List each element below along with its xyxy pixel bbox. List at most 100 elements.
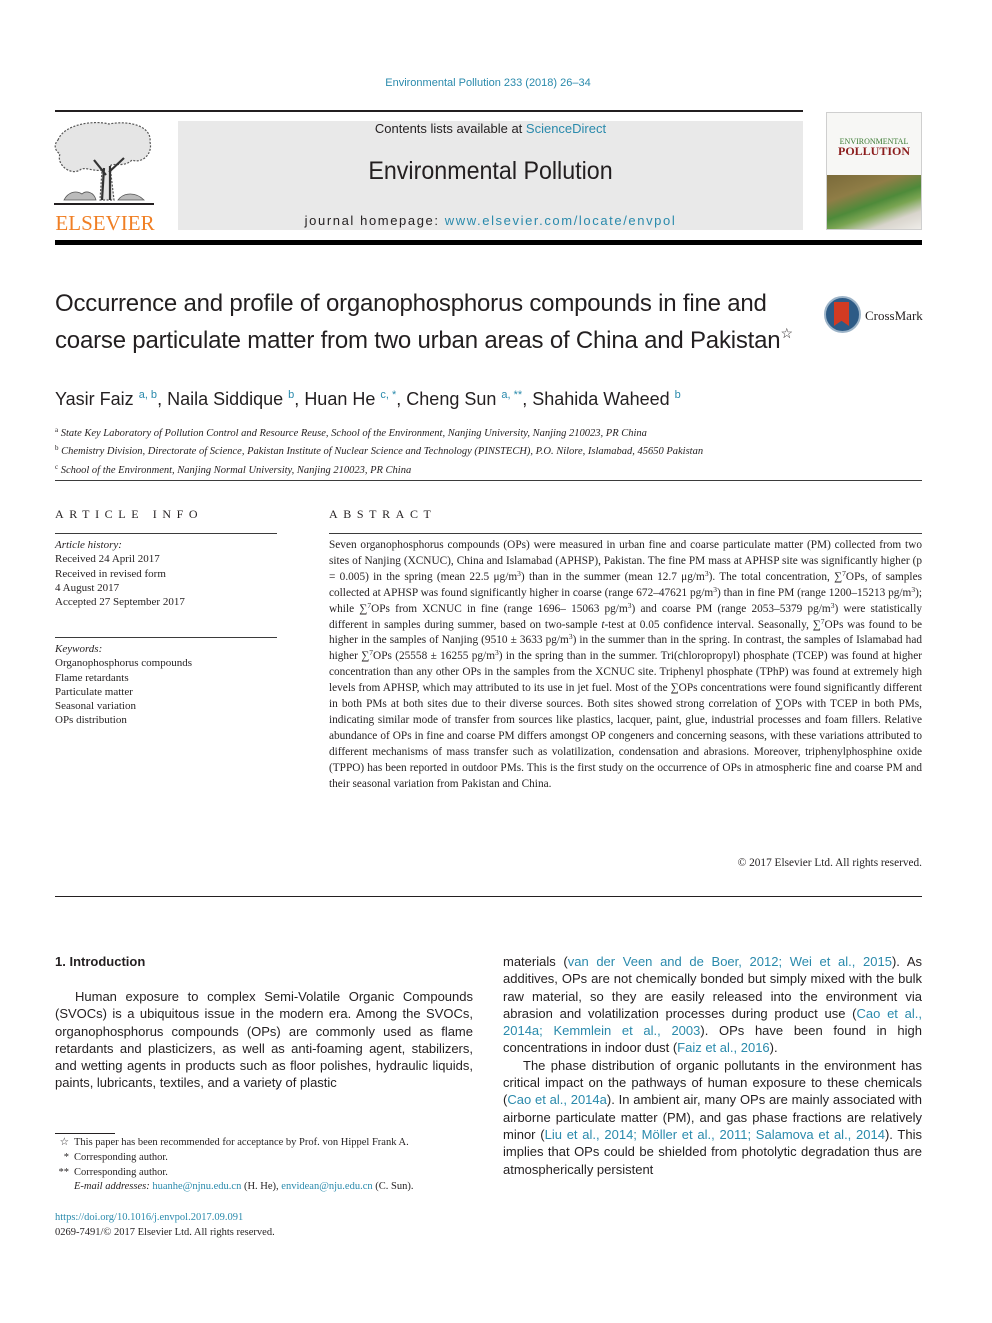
author-name[interactable]: Yasir Faiz (55, 389, 134, 409)
footnote-rule (55, 1133, 115, 1134)
journal-cover-image[interactable]: ENVIRONMENTAL POLLUTION (826, 112, 922, 230)
author-affiliation-marks[interactable]: a, b (139, 389, 157, 401)
text-run: OPs (25558 ± 16255 pg/m (373, 650, 495, 663)
title-footnote-mark[interactable]: ☆ (780, 325, 793, 341)
journal-masthead: Contents lists available at ScienceDirec… (178, 121, 803, 230)
text-run: OPs from XCNUC in fine (range 1696– 1506… (371, 602, 628, 615)
elsevier-wordmark: ELSEVIER (55, 211, 155, 235)
cover-photo (827, 175, 921, 229)
journal-homepage-link[interactable]: www.elsevier.com/locate/envpol (445, 213, 677, 228)
abstract-rule (329, 533, 922, 534)
introduction-paragraph: Human exposure to complex Semi-Volatile … (55, 989, 473, 1091)
email-label: E-mail addresses: (74, 1181, 150, 1193)
keyword-item: Flame retardants (55, 671, 129, 684)
contents-prefix: Contents lists available at (374, 121, 526, 136)
author-separator: , (294, 389, 305, 409)
history-item: Accepted 27 September 2017 (55, 596, 185, 609)
email-owner: (C. Sun). (372, 1181, 414, 1193)
footnote-emails: E-mail addresses: huanhe@njnu.edu.cn (H.… (55, 1180, 485, 1195)
footnote-mark: * (63, 1151, 69, 1163)
footnote-text: Corresponding author. (74, 1166, 168, 1178)
footnote-mark: ** (58, 1166, 70, 1178)
email-link[interactable]: envidean@nju.edu.cn (281, 1181, 372, 1192)
email-owner: (H. He), (241, 1181, 282, 1193)
text-run: ). (769, 1040, 778, 1056)
footnote-item: ☆ This paper has been recommended for acc… (55, 1136, 485, 1151)
introduction-heading: 1. Introduction (55, 954, 146, 969)
journal-citation-link[interactable]: Environmental Pollution 233 (2018) 26–34 (0, 77, 976, 89)
journal-title: Environmental Pollution (368, 157, 613, 185)
abstract-heading: ABSTRACT (329, 507, 437, 521)
citation-link[interactable]: Liu et al., 2014; Möller et al., 2011; S… (545, 1127, 885, 1142)
footnotes: ☆ This paper has been recommended for acc… (55, 1136, 485, 1195)
article-title-text: Occurrence and profile of organophosphor… (55, 290, 781, 354)
keyword-item: Particulate matter (55, 685, 133, 698)
homepage-prefix: journal homepage: (304, 213, 445, 228)
citation-link[interactable]: Faiz et al., 2016 (677, 1040, 770, 1055)
article-history: Article history: Received 24 April 2017 … (55, 538, 185, 609)
cover-title-line2: POLLUTION (837, 144, 910, 158)
author-name[interactable]: Cheng Sun (406, 389, 496, 409)
sciencedirect-link[interactable]: ScienceDirect (526, 121, 606, 136)
footnote-text: This paper has been recommended for acce… (74, 1137, 409, 1148)
author-name[interactable]: Huan He (304, 389, 375, 409)
abstract-copyright: © 2017 Elsevier Ltd. All rights reserved… (737, 857, 922, 869)
abstract-body: Seven organophosphorus compounds (OPs) w… (329, 538, 922, 793)
footnote-item: ** Corresponding author. (55, 1166, 485, 1181)
affiliation-item: b Chemistry Division, Directorate of Sci… (55, 441, 703, 459)
author-affiliation-marks[interactable]: b (675, 389, 681, 401)
article-history-label: Article history: (55, 539, 122, 551)
history-item: Received 24 April 2017 (55, 553, 160, 566)
author-name[interactable]: Shahida Waheed (532, 389, 669, 409)
article-title: Occurrence and profile of organophosphor… (55, 290, 815, 355)
author-affiliation-marks[interactable]: a, ** (501, 389, 522, 401)
footnote-mark: ☆ (59, 1137, 69, 1148)
doi-block: https://doi.org/10.1016/j.envpol.2017.09… (55, 1210, 275, 1240)
header-thick-rule (55, 240, 922, 245)
crossmark-label: CrossMark (865, 308, 923, 323)
article-info-rule (55, 533, 277, 534)
footnote-text: Corresponding author. (74, 1151, 168, 1163)
affiliations: a State Key Laboratory of Pollution Cont… (55, 423, 703, 478)
author-list: Yasir Faiz a, b, Naila Siddique b, Huan … (55, 389, 681, 410)
email-link[interactable]: huanhe@njnu.edu.cn (152, 1181, 241, 1192)
author-affiliation-marks[interactable]: c, * (380, 389, 396, 401)
issn-copyright: 0269-7491/© 2017 Elsevier Ltd. All right… (55, 1227, 275, 1238)
crossmark-button[interactable]: CrossMark (824, 296, 924, 334)
article-info-heading: ARTICLE INFO (55, 507, 204, 521)
text-run: ). The total concentration, ∑ (708, 570, 843, 583)
keyword-item: Seasonal variation (55, 700, 136, 713)
history-item: 4 August 2017 (55, 581, 120, 594)
text-run: ) than in fine PM (range 1200–15213 pg/m (716, 586, 912, 599)
author-name[interactable]: Naila Siddique (167, 389, 283, 409)
section-divider (55, 480, 922, 481)
affiliation-item: a State Key Laboratory of Pollution Cont… (55, 423, 703, 441)
author-separator: , (396, 389, 407, 409)
keywords-list: Keywords: Organophosphorus compounds Fla… (55, 642, 192, 728)
text-run: ) in the spring than in the summer. Tri(… (329, 650, 922, 790)
header-rule (55, 110, 803, 112)
author-separator: , (522, 389, 533, 409)
author-separator: , (157, 389, 168, 409)
homepage-line: journal homepage: www.elsevier.com/locat… (178, 213, 803, 228)
affiliation-mark: a (55, 426, 59, 434)
text-run: ) and coarse PM (range 2053–5379 pg/m (631, 602, 831, 615)
affiliation-mark: b (55, 444, 59, 453)
footnote-item: * Corresponding author. (55, 1151, 485, 1166)
front-matter-divider (55, 896, 922, 897)
elsevier-logo[interactable]: ELSEVIER (54, 120, 156, 235)
doi-link[interactable]: https://doi.org/10.1016/j.envpol.2017.09… (55, 1212, 243, 1223)
keywords-rule (55, 637, 277, 638)
affiliation-text: School of the Environment, Nanjing Norma… (60, 464, 412, 476)
affiliation-mark: c (55, 462, 59, 471)
contents-line: Contents lists available at ScienceDirec… (178, 121, 803, 136)
elsevier-tree-icon (54, 121, 154, 205)
text-run: ) than in the summer (mean 12.7 μg/m (520, 570, 705, 583)
text-run: -test at 0.05 confidence interval. Seaso… (604, 618, 821, 631)
introduction-paragraph: materials (van der Veen and de Boer, 201… (503, 953, 922, 1057)
citation-link[interactable]: Cao et al., 2014a (507, 1092, 607, 1107)
text-run: materials ( (503, 954, 568, 969)
citation-link[interactable]: van der Veen and de Boer, 2012; Wei et a… (568, 954, 892, 969)
keyword-item: Organophosphorus compounds (55, 657, 192, 670)
affiliation-text: Chemistry Division, Directorate of Scien… (61, 446, 704, 458)
